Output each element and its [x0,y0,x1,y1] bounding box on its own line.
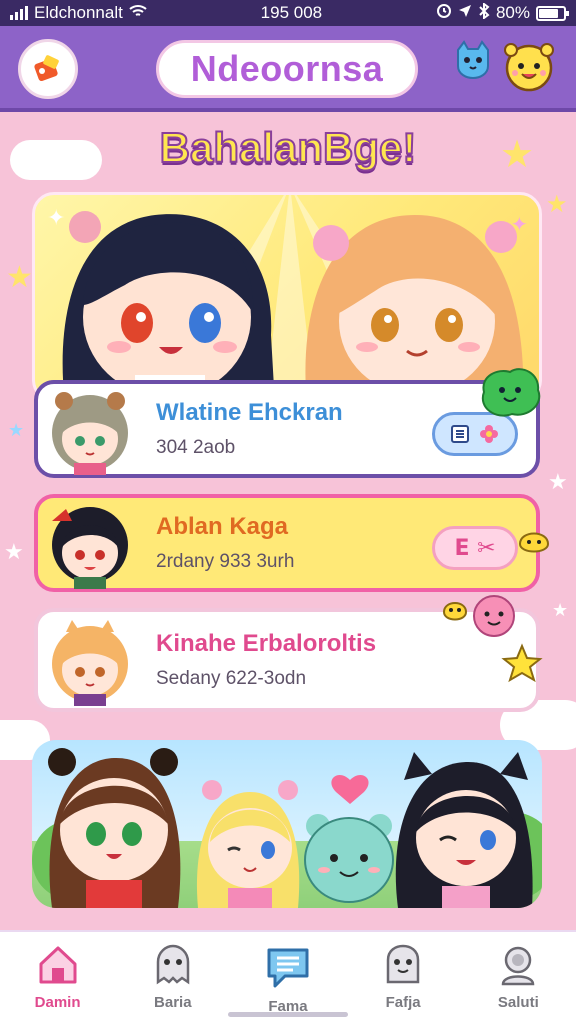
green-blob-mascot-icon [481,368,541,417]
ghost-icon [156,944,190,985]
svg-text:✦: ✦ [47,206,65,231]
edit-button[interactable]: E ✂ [432,526,518,570]
nav-label: Baria [154,994,192,1011]
home-indicator[interactable] [228,1012,348,1017]
bottom-nav: Damin Baria Fama Fafja Saluti [0,930,576,1024]
blue-mascot-icon[interactable] [452,38,494,86]
nav-fafja[interactable]: Fafja [358,942,448,1011]
location-icon [458,3,472,23]
alarm-icon [436,3,452,24]
star-decoration: ★ [548,470,568,495]
star-decoration: ★ [552,600,569,621]
status-bar: Eldchonnalt 195 008 80% [0,0,576,26]
flower-icon [480,425,498,443]
home-icon [39,946,77,984]
clock: 195 008 [260,3,323,22]
nav-label: Damin [34,994,81,1011]
mascot-icon [386,944,420,984]
menu-button[interactable] [18,39,78,99]
ticket-icon [34,55,59,82]
profile-icon [502,946,535,986]
carrier-name: Eldchonnalt [34,3,123,22]
star-decoration: ★ [8,420,25,441]
mascots-cluster-icon [442,595,543,683]
status-left: Eldchonnalt [10,3,147,23]
yellow-chick-icon [518,532,550,553]
avatar [44,497,136,589]
app-title-pill: Ndeoornsa [156,40,418,98]
app-title: Ndeoornsa [190,48,384,89]
star-decoration: ★ [546,190,568,218]
status-right: 80% [436,1,569,24]
battery-level [538,8,559,18]
nav-label: Saluti [497,994,539,1011]
banner-title: BahalanBge! [159,123,418,172]
avatar [44,383,136,475]
chat-icon [267,948,309,988]
star-decoration: ★ [6,260,33,295]
yellow-mascot-icon[interactable] [500,36,558,100]
group-illustration[interactable] [32,740,542,908]
list-item[interactable]: Wlatine Ehckran 304 2aob [34,380,540,478]
wifi-icon [129,3,147,23]
list-icon [451,425,469,443]
nav-saluti[interactable]: Saluti [473,942,563,1011]
battery-icon [535,5,569,21]
avatar [44,614,136,706]
list-item[interactable]: Ablan Kaga 2rdany 933 3urh E ✂ [34,494,540,592]
nav-home[interactable]: Damin [13,942,103,1011]
nav-label: Fafja [385,994,421,1011]
svg-text:✦: ✦ [511,212,528,236]
battery-percent: 80% [495,3,530,22]
hero-illustration[interactable]: ✦ ✦ [32,192,542,402]
signal-icon [10,6,28,20]
star-decoration: ★ [4,540,24,565]
bluetooth-icon [478,1,490,24]
nav-baria[interactable]: Baria [128,942,218,1011]
nav-fama[interactable]: Fama [243,942,333,1015]
app-header: Ndeoornsa [0,26,576,112]
